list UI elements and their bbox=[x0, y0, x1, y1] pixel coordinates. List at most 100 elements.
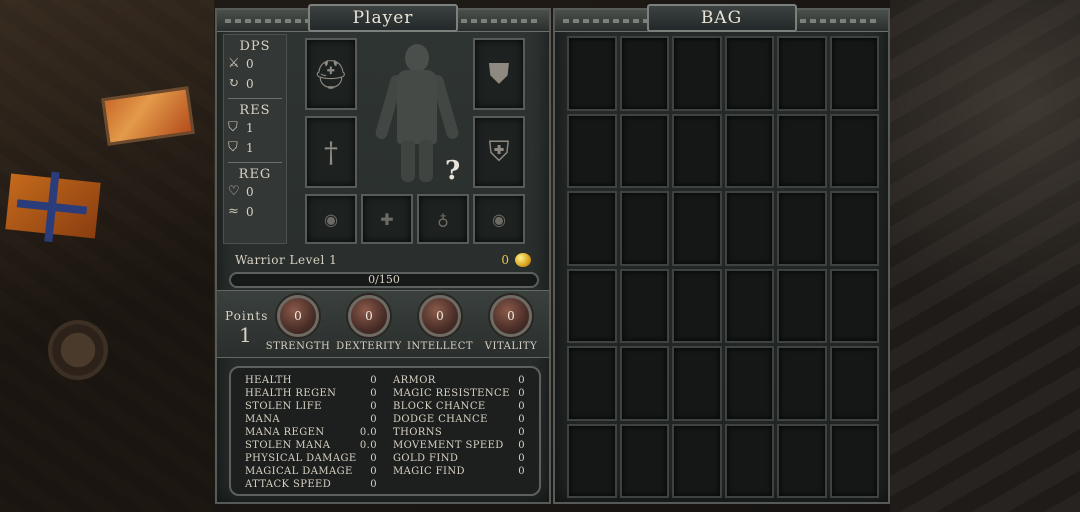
helmet-slot[interactable]: ⛑ bbox=[305, 38, 357, 110]
chest-slot[interactable]: ⛊ bbox=[473, 38, 525, 110]
points-label: Points bbox=[225, 309, 269, 323]
sword-icon: † bbox=[324, 135, 338, 169]
points-value: 1 bbox=[239, 323, 252, 347]
bag-slot[interactable] bbox=[567, 36, 617, 111]
bag-slot[interactable] bbox=[672, 346, 722, 421]
bag-slot[interactable] bbox=[672, 113, 722, 188]
stat-row-magic-find: MAGIC FIND 0 bbox=[393, 466, 525, 477]
bag-slot[interactable] bbox=[619, 268, 669, 343]
stat-row-physical-damage: PHYSICAL DAMAGE 0 bbox=[245, 453, 377, 464]
detailed-stats-box: HEALTH 0 HEALTH REGEN 0 STOLEN LIFE 0 MANA 0… bbox=[229, 366, 541, 496]
dexterity-attribute: 0 DEXTERITY bbox=[334, 295, 404, 352]
ring-slot-1[interactable]: ◉ bbox=[305, 194, 357, 244]
bag-slot[interactable] bbox=[567, 268, 617, 343]
ring-icon: ◉ bbox=[324, 209, 338, 229]
bag-slot[interactable] bbox=[777, 346, 827, 421]
dexterity-button[interactable]: 0 bbox=[348, 295, 390, 337]
strength-button[interactable]: 0 bbox=[277, 295, 319, 337]
bag-slot[interactable] bbox=[724, 423, 774, 498]
bag-slot[interactable] bbox=[619, 36, 669, 111]
bag-slot[interactable] bbox=[567, 113, 617, 188]
res-magic-value: 1 bbox=[246, 141, 254, 155]
dps-magical-row: ↻ 0 bbox=[224, 74, 286, 94]
res-armor-row: ⛉ 1 bbox=[224, 118, 286, 138]
stat-row-thorns: THORNS 0 bbox=[393, 427, 525, 438]
help-question-mark[interactable]: ? bbox=[445, 156, 460, 186]
bag-slot[interactable] bbox=[724, 36, 774, 111]
bag-slot[interactable] bbox=[724, 191, 774, 266]
bag-slot[interactable] bbox=[567, 423, 617, 498]
experience-bar: 0/150 bbox=[229, 272, 539, 288]
bag-slot[interactable] bbox=[829, 191, 879, 266]
stat-row-stolen-mana: STOLEN MANA 0.0 bbox=[245, 440, 377, 451]
bag-slot[interactable] bbox=[724, 268, 774, 343]
bag-slot[interactable] bbox=[829, 346, 879, 421]
bag-slot[interactable] bbox=[777, 191, 827, 266]
intellect-attribute: 0 INTELLECT bbox=[405, 295, 475, 352]
vitality-attribute: 0 VITALITY bbox=[476, 295, 546, 352]
stat-row-mana: MANA 0 bbox=[245, 414, 377, 425]
stat-row-stolen-life: STOLEN LIFE 0 bbox=[245, 401, 377, 412]
gold-value: 0 bbox=[501, 253, 509, 267]
bag-slot[interactable] bbox=[619, 423, 669, 498]
bag-slot[interactable] bbox=[777, 268, 827, 343]
bag-slot[interactable] bbox=[777, 113, 827, 188]
stats-left-column: HEALTH 0 HEALTH REGEN 0 STOLEN LIFE 0 MANA 0… bbox=[245, 374, 377, 491]
bag-slot[interactable] bbox=[777, 423, 827, 498]
background-barrel bbox=[48, 320, 108, 380]
reg-health-value: 0 bbox=[246, 185, 254, 199]
background-scene-right bbox=[890, 0, 1080, 512]
bag-slot[interactable] bbox=[672, 268, 722, 343]
crossed-swords-icon: ⚔ bbox=[228, 56, 240, 71]
bag-slot[interactable] bbox=[672, 191, 722, 266]
bag-slot[interactable] bbox=[829, 36, 879, 111]
bag-grid bbox=[567, 36, 879, 498]
vitality-label: VITALITY bbox=[484, 341, 538, 352]
bag-slot[interactable] bbox=[724, 113, 774, 188]
bag-slot[interactable] bbox=[567, 346, 617, 421]
intellect-label: INTELLECT bbox=[406, 341, 474, 352]
experience-text: 0/150 bbox=[368, 273, 400, 286]
dps-heading: DPS bbox=[239, 39, 271, 54]
res-armor-value: 1 bbox=[246, 121, 254, 135]
dps-magical-value: 0 bbox=[246, 77, 254, 91]
amulet-slot-1[interactable]: ✚ bbox=[361, 194, 413, 244]
class-level-text: Warrior Level 1 bbox=[235, 253, 338, 267]
ring-icon: ◉ bbox=[492, 209, 506, 229]
bag-slot[interactable] bbox=[619, 346, 669, 421]
stat-row-magical-damage: MAGICAL DAMAGE 0 bbox=[245, 466, 377, 477]
divider bbox=[228, 98, 282, 99]
dexterity-label: DEXTERITY bbox=[336, 341, 402, 352]
dps-physical-value: 0 bbox=[246, 57, 254, 71]
ring-slot-2[interactable]: ◉ bbox=[473, 194, 525, 244]
stat-row-health-regen: HEALTH REGEN 0 bbox=[245, 388, 377, 399]
bag-slot[interactable] bbox=[672, 36, 722, 111]
player-title-bar: Player bbox=[217, 4, 549, 32]
bag-title: BAG bbox=[646, 4, 797, 32]
stat-row-dodge-chance: DODGE CHANCE 0 bbox=[393, 414, 525, 425]
stat-row-movement-speed: MOVEMENT SPEED 0 bbox=[393, 440, 525, 451]
bag-slot[interactable] bbox=[619, 113, 669, 188]
player-panel: Player DPS ⚔ 0 ↻ 0 RES ⛉ 1 ⛉ 1 REG ♡ 0 ≈… bbox=[215, 4, 551, 504]
intellect-button[interactable]: 0 bbox=[419, 295, 461, 337]
reg-heading: REG bbox=[238, 167, 272, 182]
bag-panel: BAG bbox=[553, 4, 890, 504]
bag-slot[interactable] bbox=[724, 346, 774, 421]
bag-slot[interactable] bbox=[619, 191, 669, 266]
heart-icon: ♡ bbox=[228, 184, 240, 199]
bag-slot[interactable] bbox=[829, 423, 879, 498]
bag-slot[interactable] bbox=[567, 191, 617, 266]
res-magic-row: ⛉ 1 bbox=[224, 138, 286, 158]
bag-slot[interactable] bbox=[672, 423, 722, 498]
amulet-slot-2[interactable]: ♁ bbox=[417, 194, 469, 244]
bag-slot[interactable] bbox=[777, 36, 827, 111]
vitality-button[interactable]: 0 bbox=[490, 295, 532, 337]
stat-row-block-chance: BLOCK CHANCE 0 bbox=[393, 401, 525, 412]
shield-slot[interactable]: ⛨ bbox=[473, 116, 525, 188]
weapon-slot[interactable]: † bbox=[305, 116, 357, 188]
dps-physical-row: ⚔ 0 bbox=[224, 54, 286, 74]
bag-slot[interactable] bbox=[829, 113, 879, 188]
stat-row-magic-resistence: MAGIC RESISTENCE 0 bbox=[393, 388, 525, 399]
chest-armor-icon: ⛊ bbox=[488, 57, 510, 90]
bag-slot[interactable] bbox=[829, 268, 879, 343]
